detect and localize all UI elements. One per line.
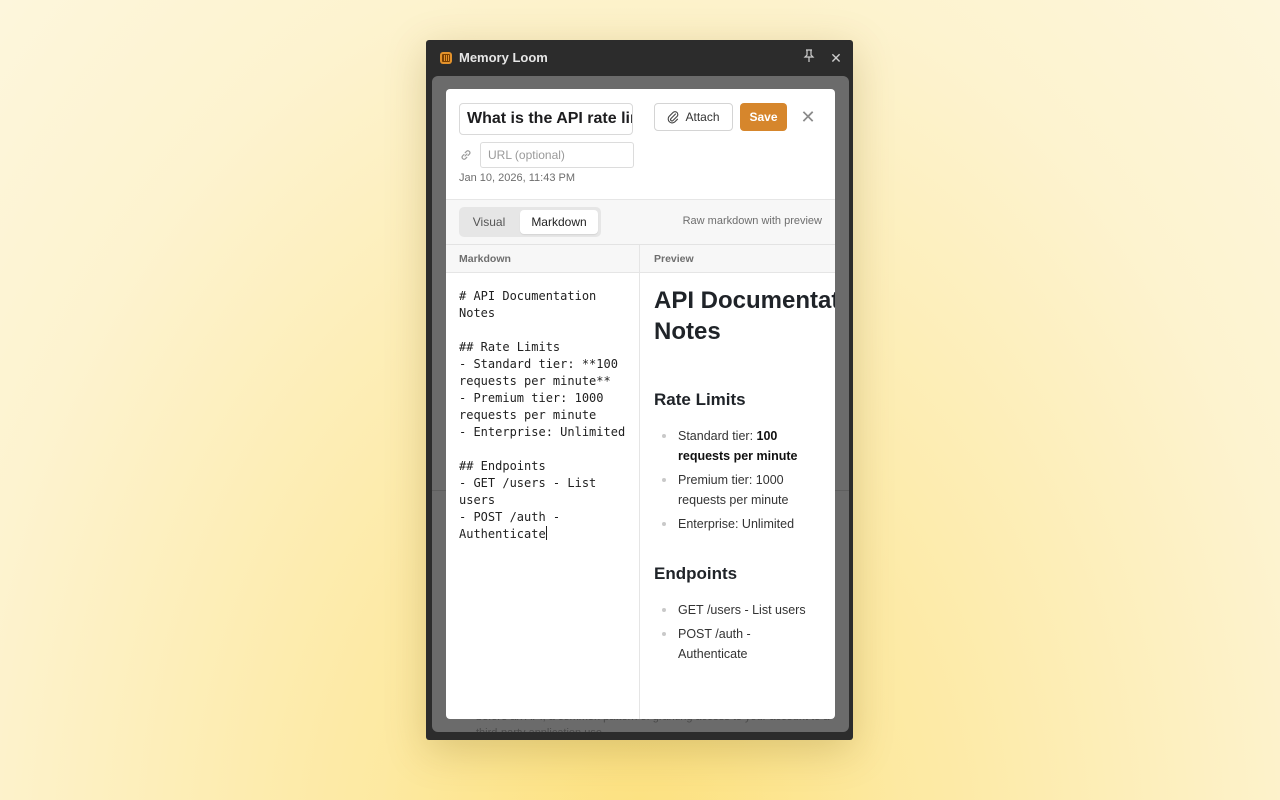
markdown-editor[interactable]: # API Documentation Notes ## Rate Limits…	[459, 288, 634, 543]
standard-prefix: Standard tier:	[678, 429, 757, 443]
list-item: Enterprise: Unlimited	[654, 514, 808, 534]
app-title: Memory Loom	[459, 50, 548, 65]
note-editor-modal: What is the API rate limit URL (optional…	[446, 89, 835, 719]
editor-header: What is the API rate limit URL (optional…	[446, 89, 835, 200]
list-item: Premium tier: 1000 requests per minute	[654, 470, 808, 510]
title-field[interactable]: What is the API rate limit	[459, 103, 633, 135]
markdown-column-header: Markdown	[446, 245, 639, 273]
close-icon[interactable]: ✕	[800, 106, 816, 128]
link-icon-glyph	[461, 150, 471, 160]
preview-column-header: Preview	[640, 245, 835, 273]
markdown-text: # API Documentation Notes ## Rate Limits…	[459, 289, 626, 541]
pin-icon-glyph	[803, 49, 815, 62]
mode-switch: Visual Markdown	[459, 207, 601, 237]
url-field[interactable]: URL (optional)	[480, 142, 634, 168]
list-item: GET /users - List users	[654, 600, 808, 620]
preview-h1: API Documentation Notes	[654, 287, 835, 345]
note-date: Jan 10, 2026, 11:43 PM	[459, 172, 575, 184]
save-button[interactable]: Save	[740, 103, 787, 131]
preview-h2-endpoints: Endpoints	[654, 564, 738, 583]
window-close-icon[interactable]: ✕	[827, 49, 845, 67]
list-item: POST /auth - Authenticate	[654, 624, 808, 664]
app-window: Memory Loom ✕ before an API, a common pa…	[426, 40, 853, 740]
tab-markdown[interactable]: Markdown	[520, 210, 598, 234]
preview-h2-rate-limits: Rate Limits	[654, 390, 746, 409]
endpoints-list: GET /users - List users POST /auth - Aut…	[654, 600, 835, 664]
preview-pane: API Documentation Notes Rate Limits Stan…	[654, 285, 835, 668]
link-icon	[459, 148, 473, 162]
mode-hint: Raw markdown with preview	[682, 215, 822, 227]
attach-button[interactable]: Attach	[654, 103, 733, 131]
column-divider	[639, 245, 640, 719]
content-area: before an API, a common pattern of grant…	[432, 76, 849, 732]
tab-visual[interactable]: Visual	[461, 210, 517, 234]
list-item: Standard tier: 100 requests per minute	[654, 426, 808, 466]
mode-toolbar: Visual Markdown Raw markdown with previe…	[446, 200, 835, 245]
title-bar[interactable]: Memory Loom ✕	[426, 40, 853, 76]
pin-icon[interactable]	[800, 49, 818, 67]
text-caret	[545, 526, 547, 540]
app-logo-icon	[440, 52, 452, 64]
rate-limits-list: Standard tier: 100 requests per minute P…	[654, 426, 835, 534]
attach-label: Attach	[685, 110, 720, 124]
paperclip-icon	[668, 111, 679, 124]
